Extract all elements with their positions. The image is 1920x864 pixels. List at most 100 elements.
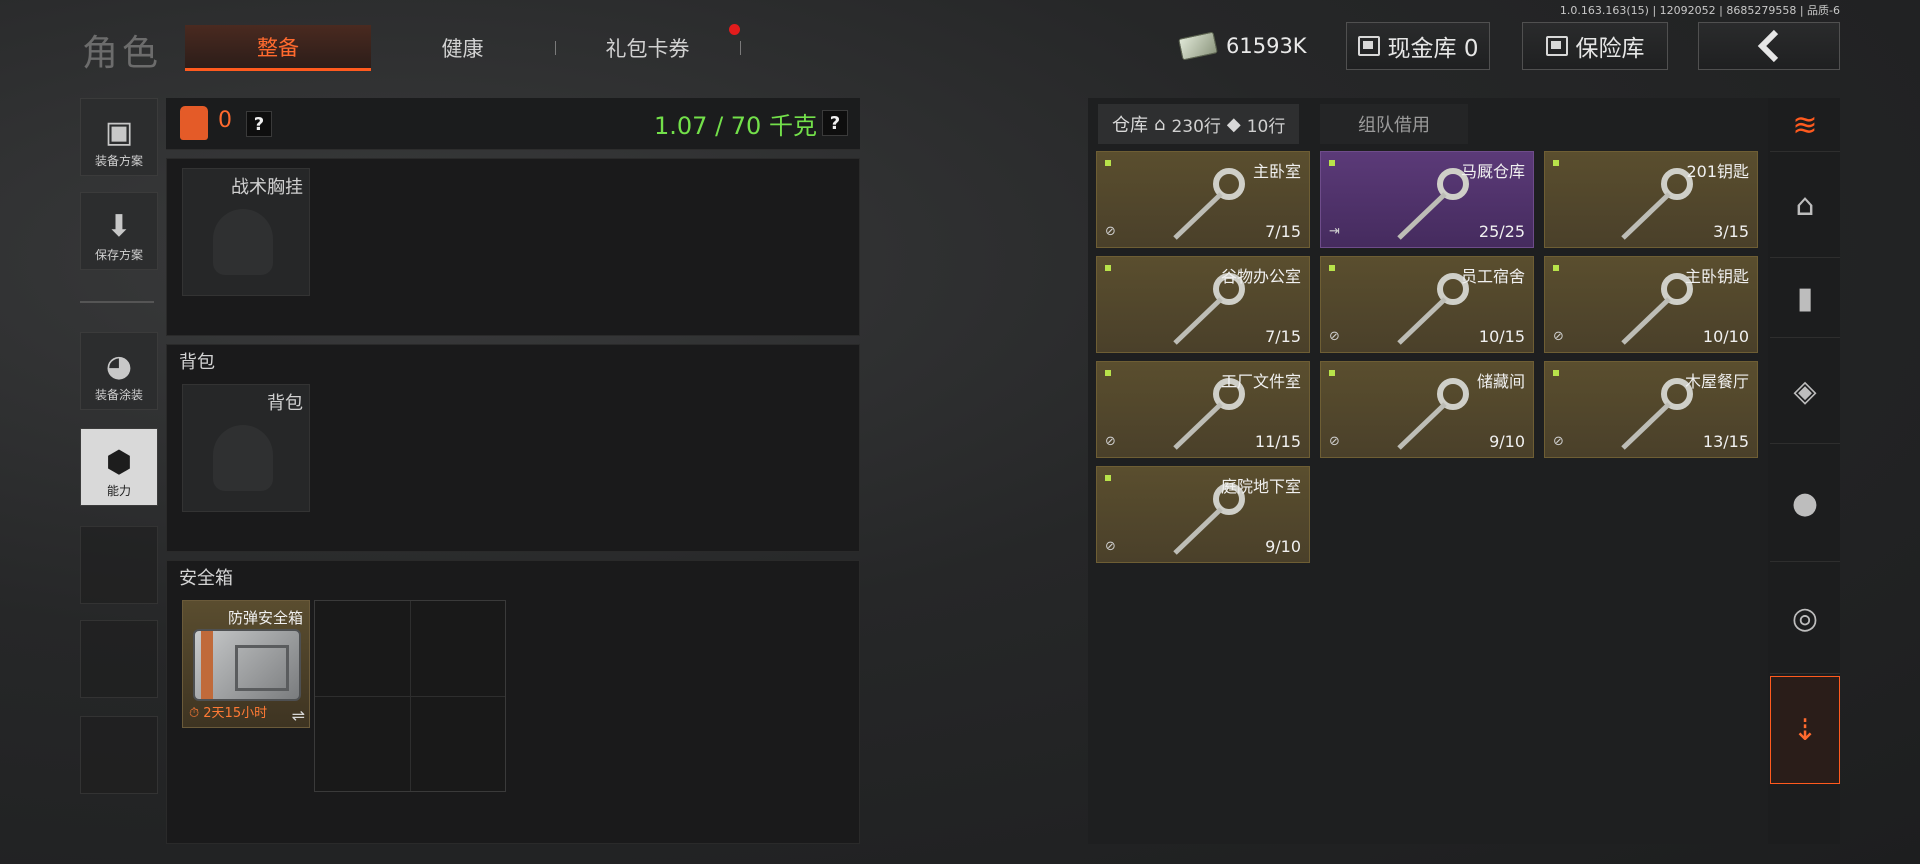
storage-item-name: 谷物办公室 [1220,267,1301,286]
money-display: 61593K [1178,24,1318,68]
new-item-marker [1105,265,1111,271]
no-sell-icon: ⊘ [1105,539,1116,554]
home-small-icon: ⌂ [1154,113,1166,135]
no-sell-icon: ⊘ [1329,329,1340,344]
grid-line [315,696,505,697]
no-sell-icon: ⊘ [1553,329,1564,344]
empty-slot [80,620,158,698]
storage-key-item[interactable]: 员工宿舍 10/15 ⊘ [1320,256,1534,353]
backpack-section-title: 背包 [179,352,215,373]
safe-label: 保险库 [1575,36,1645,62]
exit-icon: ⇥ [1329,224,1340,239]
home-icon[interactable]: ⌂ [1770,154,1840,258]
chest-rig-slot[interactable]: 战术胸挂 [182,168,310,296]
key-drop-icon[interactable]: ⇣ [1770,676,1840,784]
new-item-marker [1329,370,1335,376]
storage-tab-label: 仓库 [1112,115,1148,136]
new-item-marker [1105,160,1111,166]
no-sell-icon: ⊘ [1329,434,1340,449]
vest-count: 0 [218,108,232,133]
armored-case-icon [193,629,301,701]
storage-item-name: 庭院地下室 [1220,477,1301,496]
weight-help-button[interactable]: ? [822,110,848,136]
storage-item-name: 主卧钥匙 [1684,267,1749,286]
back-button[interactable] [1698,22,1840,70]
grenade-icon[interactable]: ● [1770,446,1840,562]
tab-storage[interactable]: 仓库 ⌂ 230行 ◆ 10行 [1098,104,1300,144]
backpack-slot[interactable]: 背包 [182,384,310,512]
swap-icon[interactable]: ⇌ [292,706,305,725]
storage-item-name: 员工宿舍 [1460,267,1525,286]
storage-item-count: 10/10 [1702,327,1749,346]
safe-button[interactable]: 保险库 [1522,22,1668,70]
new-item-marker [1329,160,1335,166]
storage-item-count: 7/15 [1265,222,1301,241]
ability-label: 能力 [106,484,131,498]
tab-health[interactable]: 健康 [390,25,535,71]
layers-refresh-icon[interactable]: ≋ [1770,100,1840,152]
secure-container-name: 防弹安全箱 [227,609,303,627]
cash-box-label: 现金库 0 [1387,36,1479,62]
storage-item-name: 201钥匙 [1686,162,1749,181]
storage-key-item[interactable]: 主卧室 7/15 ⊘ [1096,151,1310,248]
tab-equipment[interactable]: 整备 [185,25,371,71]
no-sell-icon: ⊘ [1105,224,1116,239]
new-item-marker [1329,265,1335,271]
storage-key-item[interactable]: 庭院地下室 9/10 ⊘ [1096,466,1310,563]
secure-container-timer: ⏱ 2天15小时 [189,706,268,721]
storage-item-name: 储藏间 [1476,372,1525,391]
chest-rig-placeholder-icon [213,209,273,275]
no-sell-icon: ⊘ [1553,434,1564,449]
storage-item-count: 13/15 [1702,432,1749,451]
equipment-skin-button[interactable]: ◕ 装备涂装 [80,332,158,410]
storage-item-count: 7/15 [1265,327,1301,346]
save-plan-button[interactable]: ⬇ 保存方案 [80,192,158,270]
vest-count-icon [180,106,208,140]
rail-divider [80,301,154,303]
key-icon [1173,168,1245,240]
tab-gift-coupons[interactable]: 礼包卡券 [560,25,735,71]
secure-section-title: 安全箱 [179,568,233,589]
loadout-plan-button[interactable]: ▣ 装备方案 [80,98,158,176]
empty-slot [80,526,158,604]
storage-item-count: 3/15 [1713,222,1749,241]
key-small-icon: ◆ [1226,113,1241,135]
vest-icon: ▣ [104,115,134,150]
ability-button[interactable]: ⬢ 能力 [80,428,158,506]
storage-key-item[interactable]: 马厩仓库 25/25 ⇥ [1320,151,1534,248]
storage-item-count: 9/10 [1489,432,1525,451]
key-rows: 10行 [1246,116,1286,137]
empty-slot [80,716,158,794]
storage-item-name: 工厂文件室 [1220,372,1301,391]
new-item-marker [1105,475,1111,481]
storage-key-item[interactable]: 储藏间 9/10 ⊘ [1320,361,1534,458]
save-plan-label: 保存方案 [94,248,143,262]
key-icon [1397,378,1469,450]
version-info: 1.0.163.163(15) | 12092052 | 8685279558 … [1559,4,1840,17]
backpack-placeholder-icon [213,425,273,491]
money-amount: 61593K [1226,34,1307,58]
no-sell-icon: ⊘ [1105,434,1116,449]
secure-container-item[interactable]: 防弹安全箱 ⏱ 2天15小时 ⇌ [182,600,310,728]
storage-key-item[interactable]: 主卧钥匙 10/10 ⊘ [1544,256,1758,353]
storage-item-name: 主卧室 [1252,162,1301,181]
bullet-icon[interactable]: ▮ [1770,260,1840,338]
storage-key-item[interactable]: 谷物办公室 7/15 [1096,256,1310,353]
storage-key-item[interactable]: 201钥匙 3/15 [1544,151,1758,248]
back-chevron-icon [1757,29,1779,63]
cash-box-button[interactable]: 现金库 0 [1346,22,1490,70]
storage-key-item[interactable]: 木屋餐厅 13/15 ⊘ [1544,361,1758,458]
help-button[interactable]: ? [246,111,272,137]
new-item-marker [1553,160,1559,166]
tape-icon[interactable]: ◎ [1770,564,1840,674]
storage-key-item[interactable]: 工厂文件室 11/15 ⊘ [1096,361,1310,458]
helmet-icon: ◕ [105,349,133,384]
safe-icon [1545,36,1568,56]
new-item-marker [1553,370,1559,376]
weight-display: 1.07 / 70 千克 [654,112,817,140]
secure-container-grid[interactable] [314,600,506,792]
page-title: 角色 [82,33,163,74]
equipment-skin-label: 装备涂装 [94,388,143,402]
tab-team-borrow[interactable]: 组队借用 [1320,104,1468,144]
sight-icon[interactable]: ◈ [1770,340,1840,444]
